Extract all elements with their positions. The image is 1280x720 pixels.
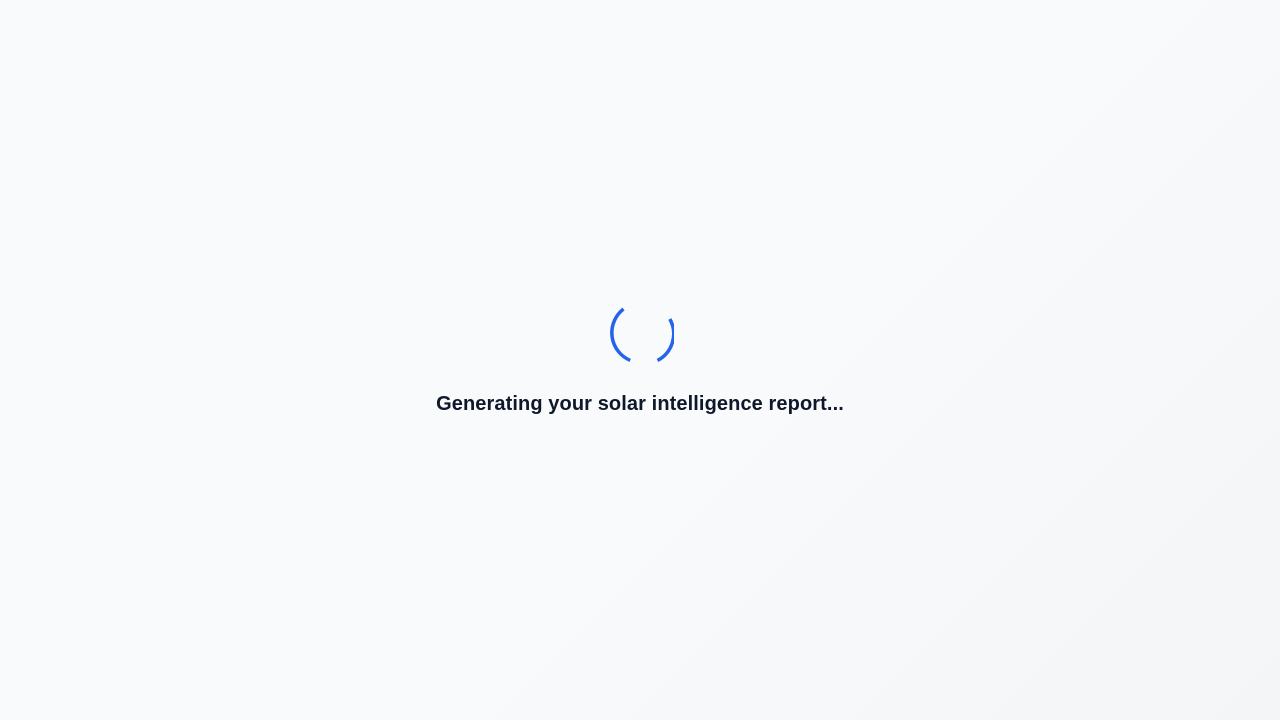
loading-message: Generating your solar intelligence repor… xyxy=(436,393,844,415)
loading-spinner-icon xyxy=(606,302,674,370)
loading-screen: Generating your solar intelligence repor… xyxy=(0,0,1280,720)
